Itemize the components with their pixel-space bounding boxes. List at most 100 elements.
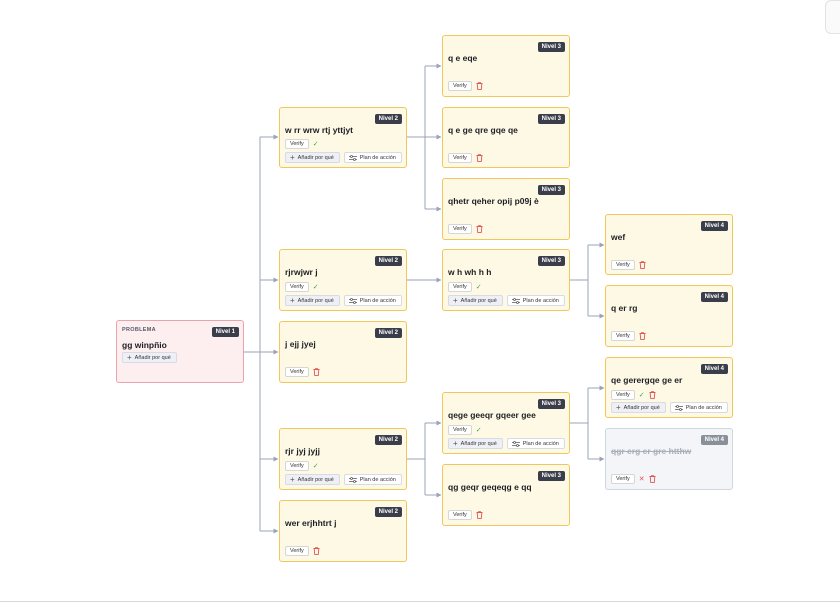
- verify-button[interactable]: Verify: [285, 282, 309, 292]
- level-badge: Nivel 4: [700, 364, 728, 374]
- action-plan-label: Plan de acción: [359, 154, 396, 161]
- verify-button[interactable]: Verify: [285, 461, 309, 471]
- check-icon: ✓: [312, 283, 319, 291]
- add-why-button[interactable]: + Añadir por qué: [448, 295, 503, 306]
- trash-icon[interactable]: [649, 391, 656, 399]
- trash-icon[interactable]: [639, 332, 646, 340]
- verify-button[interactable]: Verify: [448, 224, 472, 234]
- trash-icon[interactable]: [476, 511, 483, 519]
- node-n4b[interactable]: Nivel 4 q er rg Verify: [605, 285, 733, 347]
- action-plan-button[interactable]: Plan de acción: [506, 438, 565, 449]
- verify-button[interactable]: Verify: [448, 153, 472, 163]
- node-n3d[interactable]: Nivel 3 w h wh h h Verify ✓ + Añadir por …: [442, 249, 570, 311]
- node-n2b[interactable]: Nivel 2 rjrwjwr j Verify ✓ + Añadir por q…: [279, 249, 407, 311]
- add-why-button[interactable]: + Añadir por qué: [285, 152, 340, 163]
- verify-button[interactable]: Verify: [285, 546, 309, 556]
- node-root[interactable]: Nivel 1 PROBLEMA gg winpñio + Añadir por…: [116, 320, 244, 383]
- node-n2a[interactable]: Nivel 2 w rr wrw rtj yttjyt Verify ✓ + Añ…: [279, 107, 407, 168]
- trash-icon[interactable]: [476, 154, 483, 162]
- sliders-icon: [348, 476, 357, 483]
- check-icon: ✓: [638, 391, 645, 399]
- node-n3c[interactable]: Nivel 3 qhetr qeher opij p09j è Verify: [442, 178, 570, 240]
- node-n4a[interactable]: Nivel 4 wef Verify: [605, 214, 733, 275]
- node-n3e[interactable]: Nivel 3 qege geeqr gqeer gee Verify ✓ + A…: [442, 392, 570, 454]
- verify-button[interactable]: Verify: [448, 282, 472, 292]
- verify-row: Verify: [448, 81, 483, 91]
- verify-row: Verify: [611, 260, 646, 270]
- plus-icon: +: [127, 352, 132, 362]
- plus-icon: +: [453, 438, 458, 448]
- corner-panel-button[interactable]: [825, 0, 840, 34]
- node-title: rjr jyj jyjj: [285, 446, 320, 456]
- verify-button[interactable]: Verify: [285, 139, 309, 149]
- trash-icon[interactable]: [649, 475, 656, 483]
- verify-button[interactable]: Verify: [448, 425, 472, 435]
- node-n2c[interactable]: Nivel 2 j ejj jyej Verify: [279, 321, 407, 383]
- add-why-label: Añadir por qué: [460, 297, 497, 304]
- level-badge: Nivel 1: [211, 327, 239, 337]
- diagram-canvas: Nivel 1 PROBLEMA gg winpñio + Añadir por…: [0, 0, 840, 603]
- verify-button[interactable]: Verify: [285, 367, 309, 377]
- verify-row: Verify: [448, 510, 483, 520]
- node-title: qege geeqr gqeer gee: [448, 410, 536, 420]
- node-title: gg winpñio: [122, 340, 167, 350]
- verify-row: Verify: [448, 153, 483, 163]
- verify-row: Verify: [448, 224, 483, 234]
- verify-row: Verify ✓: [448, 425, 482, 435]
- verify-row: Verify: [611, 331, 646, 341]
- trash-icon[interactable]: [313, 547, 320, 555]
- node-n3a[interactable]: Nivel 3 q e eqe Verify: [442, 35, 570, 97]
- verify-button[interactable]: Verify: [448, 510, 472, 520]
- action-plan-button[interactable]: Plan de acción: [343, 152, 402, 163]
- plus-icon: +: [290, 295, 295, 305]
- verify-button[interactable]: Verify: [448, 81, 472, 91]
- node-title: qe gerergqe ge er: [611, 375, 683, 385]
- trash-icon[interactable]: [639, 261, 646, 269]
- node-n2d[interactable]: Nivel 2 rjr jyj jyjj Verify ✓ + Añadir po…: [279, 428, 407, 490]
- verify-button[interactable]: Verify: [611, 474, 635, 484]
- add-why-button[interactable]: + Añadir por qué: [448, 438, 503, 449]
- node-n2e[interactable]: Nivel 2 wer erjhhtrt j Verify: [279, 500, 407, 562]
- trash-icon[interactable]: [476, 82, 483, 90]
- action-plan-button[interactable]: Plan de acción: [669, 402, 728, 413]
- sliders-icon: [511, 440, 520, 447]
- plus-icon: +: [290, 152, 295, 162]
- verify-row: Verify ✕: [611, 474, 656, 484]
- verify-button[interactable]: Verify: [611, 390, 635, 400]
- node-actions: + Añadir por qué Plan de acción: [448, 295, 565, 306]
- add-why-label: Añadir por qué: [460, 440, 497, 447]
- verify-button[interactable]: Verify: [611, 260, 635, 270]
- node-title: q e eqe: [448, 53, 478, 63]
- action-plan-button[interactable]: Plan de acción: [343, 295, 402, 306]
- level-badge: Nivel 2: [374, 114, 402, 124]
- node-actions: + Añadir por qué: [122, 352, 177, 363]
- action-plan-button[interactable]: Plan de acción: [506, 295, 565, 306]
- plus-icon: +: [453, 295, 458, 305]
- verify-row: Verify ✓: [285, 139, 319, 149]
- add-why-button[interactable]: + Añadir por qué: [285, 295, 340, 306]
- add-why-label: Añadir por qué: [623, 404, 660, 411]
- check-icon: ✓: [475, 426, 482, 434]
- node-n3b[interactable]: Nivel 3 q e ge qre gqe qe Verify: [442, 107, 570, 168]
- trash-icon[interactable]: [476, 225, 483, 233]
- trash-icon[interactable]: [313, 368, 320, 376]
- verify-row: Verify ✓: [448, 282, 482, 292]
- verify-button[interactable]: Verify: [611, 331, 635, 341]
- add-why-button[interactable]: + Añadir por qué: [122, 352, 177, 363]
- node-title: w rr wrw rtj yttjyt: [285, 125, 354, 135]
- node-n4d[interactable]: Nivel 4 qgr erg er gre htthw Verify ✕: [605, 428, 733, 490]
- level-badge: Nivel 2: [374, 256, 402, 266]
- node-actions: + Añadir por qué Plan de acción: [448, 438, 565, 449]
- node-title: q er rg: [611, 303, 638, 313]
- level-badge: Nivel 3: [537, 42, 565, 52]
- verify-row: Verify ✓: [285, 461, 319, 471]
- action-plan-button[interactable]: Plan de acción: [343, 474, 402, 485]
- node-n3f[interactable]: Nivel 3 qg geqr geqeqg e qq Verify: [442, 464, 570, 526]
- sliders-icon: [511, 297, 520, 304]
- verify-row: Verify ✓: [611, 390, 656, 400]
- add-why-button[interactable]: + Añadir por qué: [285, 474, 340, 485]
- node-actions: + Añadir por qué Plan de acción: [611, 402, 728, 413]
- add-why-button[interactable]: + Añadir por qué: [611, 402, 666, 413]
- check-icon: ✓: [475, 283, 482, 291]
- node-n4c[interactable]: Nivel 4 qe gerergqe ge er Verify ✓ + Añad…: [605, 357, 733, 418]
